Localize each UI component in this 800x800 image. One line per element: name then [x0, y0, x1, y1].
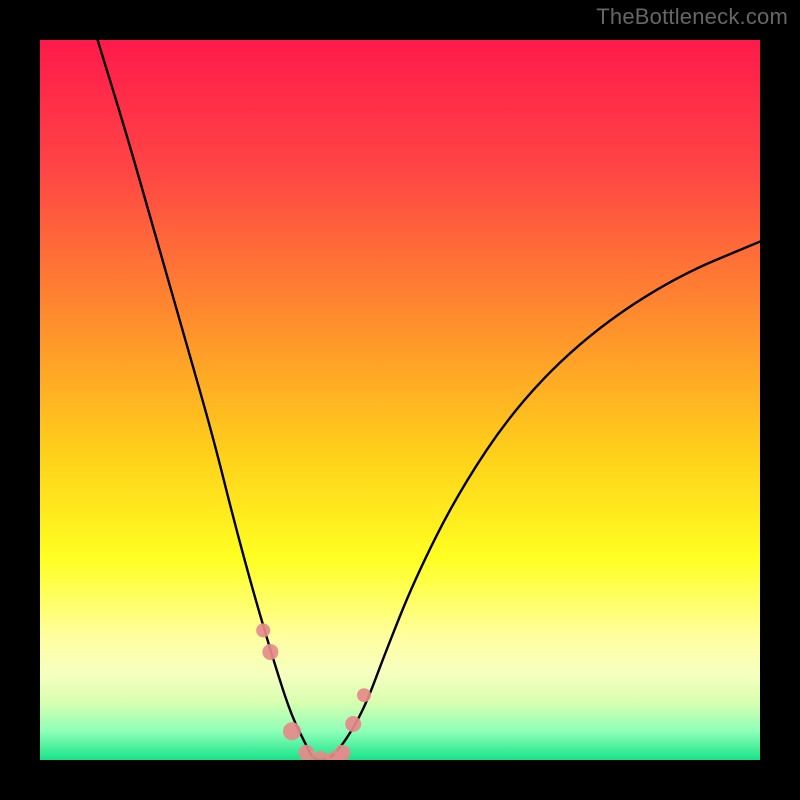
plot-area	[40, 40, 760, 760]
chart-frame: TheBottleneck.com	[0, 0, 800, 800]
background-gradient	[40, 40, 760, 760]
watermark-text: TheBottleneck.com	[596, 4, 788, 30]
